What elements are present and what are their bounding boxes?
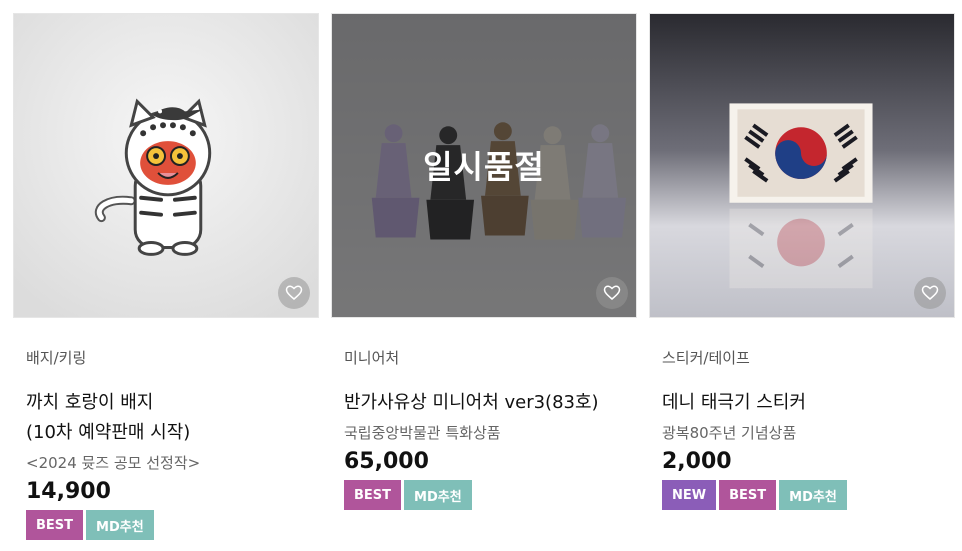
product-badges: BEST MD추천 <box>26 510 306 540</box>
product-badges: NEW BEST MD추천 <box>662 480 942 510</box>
product-badges: BEST MD추천 <box>344 480 624 510</box>
magpie-tiger-badge-image <box>14 14 318 317</box>
product-grid: 배지/키링 까치 호랑이 배지 (10차 예약판매 시작) <2024 뮷즈 공… <box>0 0 962 551</box>
product-name-line1[interactable]: 데니 태극기 스티커 <box>662 388 942 418</box>
best-badge: BEST <box>719 480 777 510</box>
heart-icon <box>285 285 303 300</box>
product-price: 65,000 <box>344 449 429 474</box>
product-name-line2[interactable]: (10차 예약판매 시작) <box>26 418 306 448</box>
product-card-magpie-tiger-badge[interactable]: 배지/키링 까치 호랑이 배지 (10차 예약판매 시작) <2024 뮷즈 공… <box>13 13 319 540</box>
soldout-label: 일시품절 <box>423 148 545 186</box>
product-category: 미니어처 <box>344 349 400 367</box>
product-price: 2,000 <box>662 449 732 474</box>
product-category: 배지/키링 <box>26 349 87 367</box>
product-thumbnail[interactable]: 일시품절 <box>331 13 637 318</box>
new-badge: NEW <box>662 480 717 510</box>
product-card-taegukgi-sticker[interactable]: 스티커/테이프 데니 태극기 스티커 광복80주년 기념상품 2,000 NEW… <box>649 13 955 510</box>
product-price: 14,900 <box>26 479 111 504</box>
best-badge: BEST <box>344 480 402 510</box>
product-card-bodhisattva-miniature[interactable]: 일시품절 미니어처 반가사유상 미니어처 ver3(83호) 국립중앙박물관 특… <box>331 13 637 510</box>
heart-icon <box>603 285 621 300</box>
wishlist-button[interactable] <box>596 277 628 309</box>
wishlist-button[interactable] <box>914 277 946 309</box>
product-thumbnail[interactable] <box>649 13 955 318</box>
best-badge: BEST <box>26 510 84 540</box>
product-category: 스티커/테이프 <box>662 349 750 367</box>
md-pick-badge: MD추천 <box>86 510 154 540</box>
product-thumbnail[interactable] <box>13 13 319 318</box>
md-pick-badge: MD추천 <box>404 480 472 510</box>
product-name-line1[interactable]: 까치 호랑이 배지 <box>26 388 306 418</box>
product-name[interactable]: 반가사유상 미니어처 ver3(83호) <box>344 388 624 418</box>
wishlist-button[interactable] <box>278 277 310 309</box>
product-subtitle: 광복80주년 기념상품 <box>662 424 797 442</box>
heart-icon <box>921 285 939 300</box>
md-pick-badge: MD추천 <box>779 480 847 510</box>
product-name[interactable]: 까치 호랑이 배지 (10차 예약판매 시작) <box>26 388 306 448</box>
product-name-line1[interactable]: 반가사유상 미니어처 ver3(83호) <box>344 388 624 418</box>
product-subtitle: 국립중앙박물관 특화상품 <box>344 424 501 442</box>
product-name[interactable]: 데니 태극기 스티커 <box>662 388 942 418</box>
product-subtitle: <2024 뮷즈 공모 선정작> <box>26 454 201 472</box>
taegukgi-sticker-image <box>650 14 954 317</box>
